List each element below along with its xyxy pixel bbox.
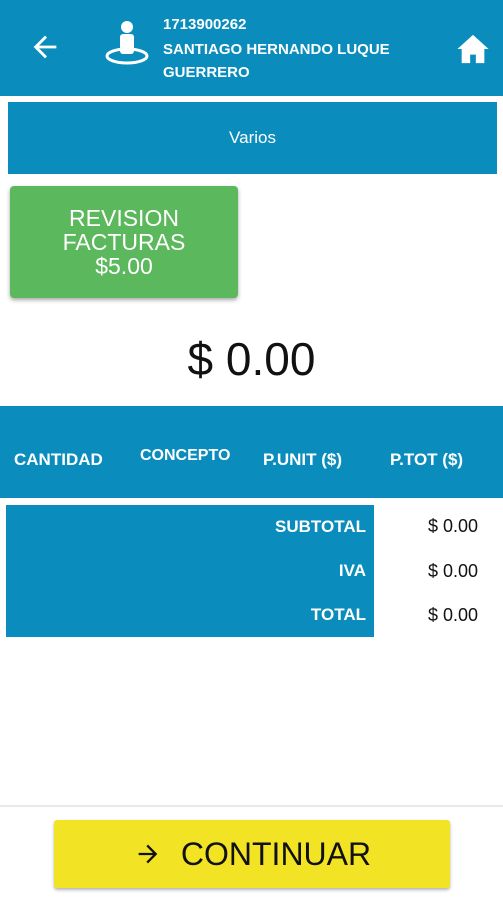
order-table-header: CANTIDAD CONCEPTO P.UNIT ($) P.TOT ($) [0,406,503,498]
user-name: SANTIAGO HERNANDO LUQUE GUERRERO [163,41,390,81]
column-header-punit: P.UNIT ($) [263,450,343,469]
user-id: 1713900262 [163,16,247,33]
arrow-right-icon [138,844,158,864]
column-header-ptot: P.TOT ($) [390,450,464,469]
summary-labels: SUBTOTAL IVA TOTAL [6,505,374,637]
total-label: TOTAL [310,605,366,624]
product-button-revision-facturas[interactable]: REVISION FACTURAS $5.00 [10,186,238,298]
home-icon[interactable] [456,33,490,65]
user-pin-icon [105,21,149,65]
total-value: $ 0.00 [428,605,479,625]
subtotal-label: SUBTOTAL [275,517,366,536]
product-price: $5.00 [95,253,153,279]
column-header-concepto: CONCEPTO [140,447,231,464]
category-tab-varios[interactable]: Varios [8,102,497,174]
column-header-cantidad: CANTIDAD [14,450,103,469]
product-name-line1: REVISION [69,205,179,231]
app-header: 1713900262 SANTIAGO HERNANDO LUQUE GUERR… [0,0,503,96]
category-label: Varios [229,128,276,147]
iva-value: $ 0.00 [428,561,479,581]
product-name-line2: FACTURAS [62,229,186,255]
arrow-left-icon[interactable] [28,30,62,64]
footer-divider [0,805,503,807]
subtotal-value: $ 0.00 [428,516,479,536]
iva-label: IVA [338,561,366,580]
continue-label: CONTINUAR [180,835,372,872]
total-amount-display: $ 0.00 [187,333,316,385]
continue-button[interactable]: CONTINUAR [54,820,450,888]
